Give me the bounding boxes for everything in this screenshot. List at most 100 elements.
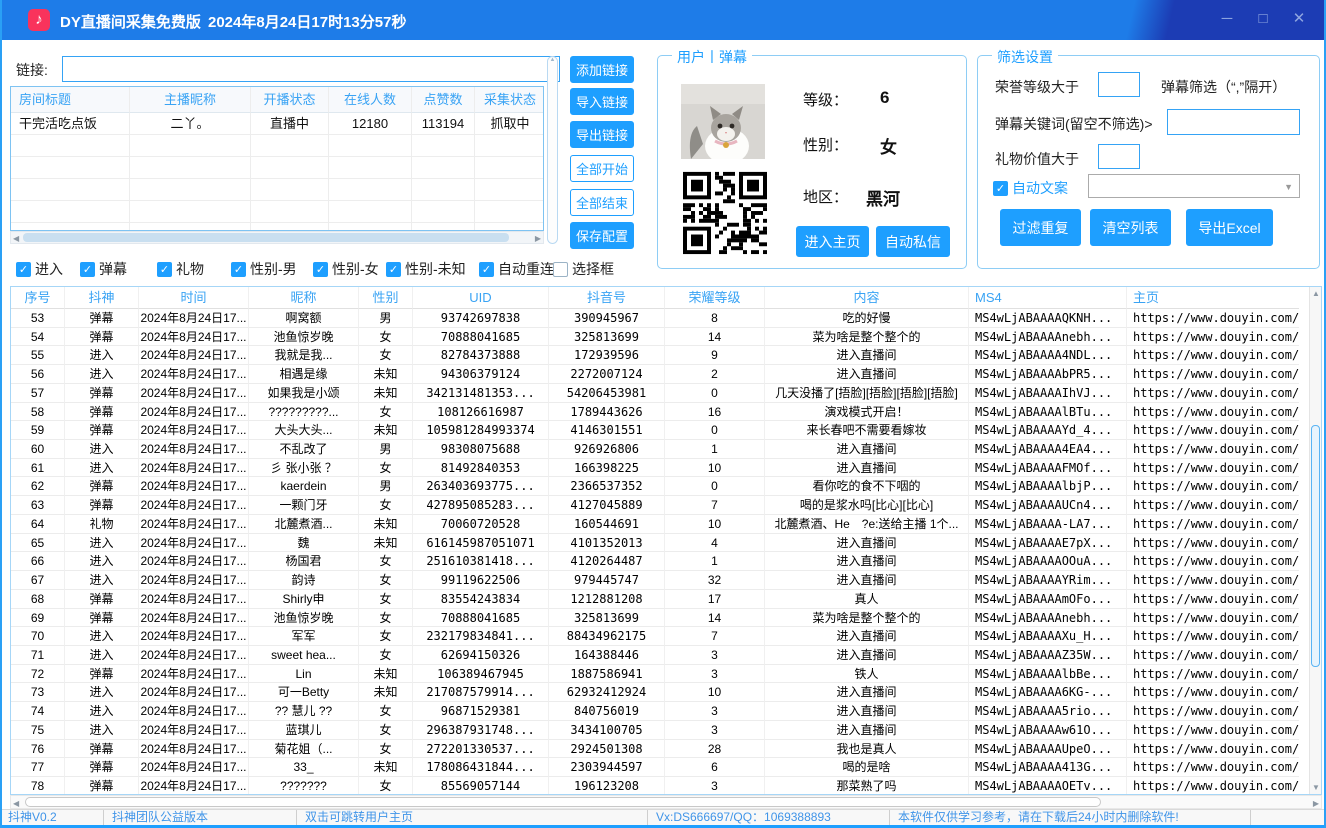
table-row[interactable]: 63弹幕2024年8月24日17...一颗门牙女427895085283...4… <box>11 496 1321 515</box>
checkbox-checked-icon[interactable]: ✓ <box>157 262 172 277</box>
stop-all-button[interactable]: 全部结束 <box>570 189 634 216</box>
close-button[interactable]: ✕ <box>1288 8 1310 30</box>
table-row[interactable]: 64礼物2024年8月24日17...北麓煮酒...未知700607205281… <box>11 515 1321 534</box>
checkbox-checked-icon[interactable]: ✓ <box>80 262 95 277</box>
link-input[interactable] <box>62 56 560 82</box>
main-cell: 70888041685 <box>413 609 549 628</box>
checkbox-danmu[interactable]: ✓弹幕 <box>80 259 127 279</box>
export-excel-button[interactable]: 导出Excel <box>1186 209 1273 246</box>
table-row[interactable]: 78弹幕2024年8月24日17...???????女8556905714419… <box>11 777 1321 795</box>
room-table-empty-row[interactable] <box>11 157 543 179</box>
auto-dm-button[interactable]: 自动私信 <box>876 226 950 257</box>
scroll-left-icon[interactable]: ◀ <box>13 233 19 244</box>
table-row[interactable]: 62弹幕2024年8月24日17...kaerdein男263403693775… <box>11 477 1321 496</box>
checkbox-gender-unknown[interactable]: ✓性别-未知 <box>386 259 466 279</box>
table-row[interactable]: 54弹幕2024年8月24日17...池鱼惊岁晚女708880416853258… <box>11 328 1321 347</box>
table-row[interactable]: 76弹幕2024年8月24日17...菊花姐（...女272201330537.… <box>11 740 1321 759</box>
room-cell <box>130 135 251 157</box>
room-table-empty-row[interactable] <box>11 223 543 231</box>
checkbox-checked-icon[interactable]: ✓ <box>479 262 494 277</box>
checkbox-checked-icon[interactable]: ✓ <box>386 262 401 277</box>
honor-level-input[interactable] <box>1098 72 1140 97</box>
main-cell: ?????????... <box>249 403 359 422</box>
scroll-down-icon[interactable]: ▼ <box>1312 782 1320 793</box>
table-row[interactable]: 77弹幕2024年8月24日17...33_未知178086431844...2… <box>11 758 1321 777</box>
room-table-row[interactable]: 干完活吃点饭二丫。直播中12180113194抓取中 <box>11 113 543 135</box>
main-cell: 56 <box>11 365 65 384</box>
main-cell: 进入直播间 <box>765 646 969 665</box>
room-cell <box>412 157 475 179</box>
scroll-right-icon[interactable]: ▶ <box>1313 798 1319 809</box>
main-cell: 160544691 <box>549 515 665 534</box>
main-cell: 54206453981 <box>549 384 665 403</box>
table-row[interactable]: 55进入2024年8月24日17...我就是我...女8278437388817… <box>11 346 1321 365</box>
scroll-left-icon[interactable]: ◀ <box>13 798 19 809</box>
main-cell: MS4wLjABAAAAOETv... <box>969 777 1127 795</box>
table-row[interactable]: 68弹幕2024年8月24日17...Shirly申女8355424383412… <box>11 590 1321 609</box>
keyword-input[interactable] <box>1167 109 1300 135</box>
table-row[interactable]: 56进入2024年8月24日17...相遇是缘未知943063791242272… <box>11 365 1321 384</box>
table-row[interactable]: 58弹幕2024年8月24日17...?????????...女10812661… <box>11 403 1321 422</box>
checkbox-unchecked-icon[interactable] <box>553 262 568 277</box>
table-row[interactable]: 65进入2024年8月24日17...魏未知616145987051071410… <box>11 534 1321 553</box>
auto-text-select[interactable]: ▼ <box>1088 174 1300 198</box>
checkbox-gender-female[interactable]: ✓性别-女 <box>313 259 379 279</box>
scroll-up-icon[interactable]: ▲ <box>1312 288 1320 299</box>
maximize-button[interactable]: □ <box>1252 8 1274 30</box>
table-row[interactable]: 69弹幕2024年8月24日17...池鱼惊岁晚女708880416853258… <box>11 609 1321 628</box>
room-table-empty-row[interactable] <box>11 201 543 223</box>
minimize-button[interactable]: ─ <box>1216 8 1238 30</box>
room-cell <box>412 201 475 223</box>
table-row[interactable]: 72弹幕2024年8月24日17...Lin未知1063894679451887… <box>11 665 1321 684</box>
main-cell: 我也是真人 <box>765 740 969 759</box>
table-row[interactable]: 73进入2024年8月24日17...可一Betty未知217087579914… <box>11 683 1321 702</box>
checkbox-enter[interactable]: ✓进入 <box>16 259 63 279</box>
filter-duplicates-button[interactable]: 过滤重复 <box>1000 209 1081 246</box>
table-row[interactable]: 67进入2024年8月24日17...韵诗女991196225069794457… <box>11 571 1321 590</box>
add-link-button[interactable]: 添加链接 <box>570 56 634 83</box>
room-cell: 12180 <box>329 113 412 135</box>
table-row[interactable]: 70进入2024年8月24日17...军军女232179834841...884… <box>11 627 1321 646</box>
room-table-empty-row[interactable] <box>11 179 543 201</box>
table-row[interactable]: 71进入2024年8月24日17...sweet hea...女62694150… <box>11 646 1321 665</box>
checkbox-checked-icon[interactable]: ✓ <box>231 262 246 277</box>
gift-value-input[interactable] <box>1098 144 1140 169</box>
checkbox-checked-icon[interactable]: ✓ <box>313 262 328 277</box>
room-table-empty-row[interactable] <box>11 135 543 157</box>
checkbox-auto-reconnect[interactable]: ✓自动重连 <box>479 259 554 279</box>
table-row[interactable]: 74进入2024年8月24日17...?? 慧儿 ??女968715293818… <box>11 702 1321 721</box>
room-table-horizontal-scrollbar[interactable]: ◀ ▶ <box>10 231 544 244</box>
room-table-vertical-scrollbar[interactable]: ▲ <box>547 56 558 244</box>
scrollbar-thumb[interactable] <box>1311 425 1320 667</box>
main-cell: 272201330537... <box>413 740 549 759</box>
start-all-button[interactable]: 全部开始 <box>570 155 634 182</box>
table-row[interactable]: 57弹幕2024年8月24日17...如果我是小颂未知342131481353.… <box>11 384 1321 403</box>
checkbox-gender-male[interactable]: ✓性别-男 <box>231 259 297 279</box>
save-config-button[interactable]: 保存配置 <box>570 222 634 249</box>
main-cell: MS4wLjABAAAA6KG-... <box>969 683 1127 702</box>
main-cell: 106389467945 <box>413 665 549 684</box>
scrollbar-thumb[interactable] <box>25 797 1101 807</box>
checkbox-select-box[interactable]: 选择框 <box>553 259 614 279</box>
auto-text-checkbox[interactable]: ✓ 自动文案 <box>993 178 1068 198</box>
table-row[interactable]: 66进入2024年8月24日17...杨国君女251610381418...41… <box>11 552 1321 571</box>
checkbox-gift[interactable]: ✓礼物 <box>157 259 204 279</box>
scroll-right-icon[interactable]: ▶ <box>535 233 541 244</box>
clear-list-button[interactable]: 清空列表 <box>1090 209 1171 246</box>
main-table-vertical-scrollbar[interactable]: ▲ ▼ <box>1309 287 1321 794</box>
table-row[interactable]: 75进入2024年8月24日17...蓝琪儿女296387931748...34… <box>11 721 1321 740</box>
main-table-horizontal-scrollbar[interactable]: ◀ ▶ <box>10 795 1322 809</box>
main-cell: 0 <box>665 421 765 440</box>
table-row[interactable]: 53弹幕2024年8月24日17...啊窝额男93742697838390945… <box>11 309 1321 328</box>
checkbox-checked-icon[interactable]: ✓ <box>993 181 1008 196</box>
export-links-button[interactable]: 导出链接 <box>570 121 634 148</box>
table-row[interactable]: 60进入2024年8月24日17...不乱改了男9830807568892692… <box>11 440 1321 459</box>
checkbox-checked-icon[interactable]: ✓ <box>16 262 31 277</box>
goto-homepage-button[interactable]: 进入主页 <box>796 226 869 257</box>
import-links-button[interactable]: 导入链接 <box>570 88 634 115</box>
table-row[interactable]: 61进入2024年8月24日17...彡 张小张 ？女8149284035316… <box>11 459 1321 478</box>
scrollbar-thumb[interactable] <box>23 233 509 242</box>
main-cell: https://www.douyin.com/use <box>1127 328 1299 347</box>
main-cell: 弹幕 <box>65 740 139 759</box>
table-row[interactable]: 59弹幕2024年8月24日17...大头大头...未知105981284993… <box>11 421 1321 440</box>
